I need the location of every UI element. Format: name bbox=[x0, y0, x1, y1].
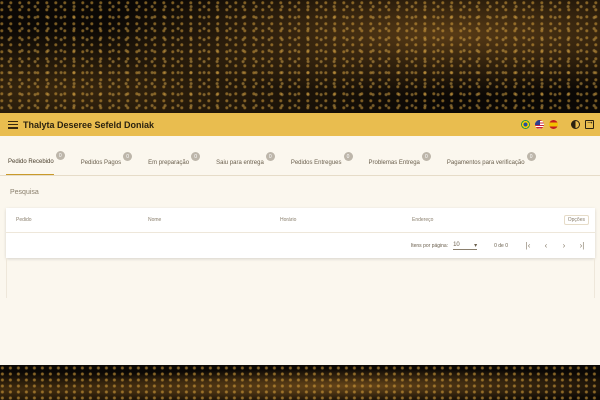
tab-pedidos-pagos[interactable]: Pedidos Pagos 0 bbox=[79, 152, 133, 175]
spain-flag-icon[interactable] bbox=[549, 120, 558, 129]
next-page-icon[interactable]: › bbox=[559, 241, 569, 250]
top-toolbar: Thalyta Deseree Sefeld Doniak bbox=[0, 113, 600, 136]
app-panel: Thalyta Deseree Sefeld Doniak Pedido Rec… bbox=[0, 113, 600, 365]
order-status-tabs: Pedido Recebido 0 Pedidos Pagos 0 Em pre… bbox=[0, 136, 600, 176]
decorative-background-bottom bbox=[0, 365, 600, 400]
tab-count-badge: 0 bbox=[265, 152, 275, 161]
content-area bbox=[6, 258, 595, 298]
options-button[interactable]: Opções bbox=[563, 215, 589, 225]
dropdown-arrow-icon: ▾ bbox=[474, 242, 478, 249]
table-header-row: Pedido Nome Horário Endereço Opções bbox=[6, 208, 595, 233]
paginator: Itens por página: 10 ▾ 0 de 0 |‹ ‹ › ›| bbox=[6, 233, 595, 258]
last-page-icon[interactable]: ›| bbox=[577, 241, 587, 250]
page-size-select[interactable]: 10 ▾ bbox=[453, 242, 478, 250]
toolbar-actions bbox=[521, 117, 594, 129]
column-header-pedido[interactable]: Pedido bbox=[16, 217, 32, 223]
first-page-icon[interactable]: |‹ bbox=[523, 241, 533, 250]
tab-em-preparacao[interactable]: Em preparação 0 bbox=[146, 152, 201, 175]
items-per-page-label: Itens por página: bbox=[410, 242, 449, 249]
theme-toggle-icon[interactable] bbox=[571, 120, 580, 129]
tab-label: Problemas Entrega bbox=[368, 160, 420, 166]
tab-label: Pedidos Pagos bbox=[80, 160, 122, 166]
menu-icon[interactable] bbox=[8, 120, 18, 129]
tab-count-badge: 0 bbox=[421, 152, 431, 161]
search-label: Pesquisa bbox=[10, 188, 39, 196]
page-navigation: |‹ ‹ › ›| bbox=[523, 241, 587, 250]
column-header-endereco[interactable]: Endereço bbox=[412, 217, 433, 223]
column-header-nome[interactable]: Nome bbox=[148, 217, 161, 223]
orders-table: Pedido Nome Horário Endereço Opções Iten… bbox=[6, 208, 595, 258]
tab-saiu-para-entrega[interactable]: Saiu para entrega 0 bbox=[214, 152, 275, 175]
tab-label: Pedidos Entregues bbox=[290, 160, 342, 166]
tab-pedido-recebido[interactable]: Pedido Recebido 0 bbox=[6, 151, 65, 175]
search-panel[interactable]: Pesquisa bbox=[0, 176, 600, 208]
tab-pedidos-entregues[interactable]: Pedidos Entregues 0 bbox=[289, 152, 353, 175]
usa-flag-icon[interactable] bbox=[535, 120, 544, 129]
column-header-horario[interactable]: Horário bbox=[280, 217, 296, 223]
tab-label: Pedido Recebido bbox=[8, 159, 54, 165]
tab-problemas-entrega[interactable]: Problemas Entrega 0 bbox=[367, 152, 431, 175]
decorative-background-top bbox=[0, 0, 600, 113]
tab-label: Em preparação bbox=[148, 160, 190, 166]
brazil-flag-icon[interactable] bbox=[521, 120, 530, 129]
tab-count-badge: 0 bbox=[55, 151, 65, 160]
user-name-title: Thalyta Deseree Sefeld Doniak bbox=[23, 119, 155, 130]
logout-icon[interactable] bbox=[585, 117, 594, 129]
tab-label: Pagamentos para verificação bbox=[446, 160, 525, 166]
previous-page-icon[interactable]: ‹ bbox=[541, 241, 551, 250]
page-range-label: 0 de 0 bbox=[494, 242, 508, 249]
tab-count-badge: 0 bbox=[343, 152, 353, 161]
tab-count-badge: 0 bbox=[526, 152, 536, 161]
tab-label: Saiu para entrega bbox=[216, 160, 264, 166]
tab-count-badge: 0 bbox=[191, 152, 201, 161]
tab-count-badge: 0 bbox=[123, 152, 133, 161]
tab-pagamentos-verificacao[interactable]: Pagamentos para verificação 0 bbox=[445, 152, 536, 175]
page-size-value: 10 bbox=[453, 242, 460, 248]
